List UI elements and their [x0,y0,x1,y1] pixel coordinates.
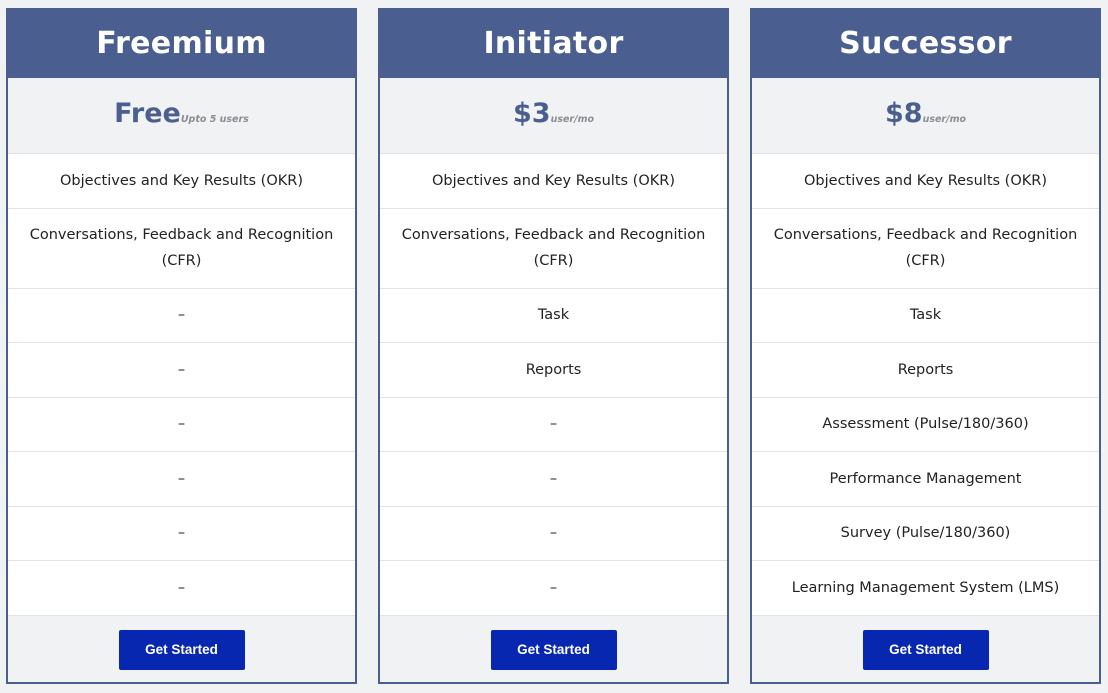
feature-row: Assessment (Pulse/180/360) [752,398,1099,452]
feature-row: – [8,452,355,507]
feature-row: Objectives and Key Results (OKR) [380,154,727,209]
price-row: $3 user/mo [380,78,727,154]
get-started-button[interactable]: Get Started [490,629,617,670]
price-amount: Free [114,98,181,129]
get-started-button[interactable]: Get Started [118,629,245,670]
price-note: user/mo [922,114,967,125]
price-note: Upto 5 users [180,114,249,125]
feature-row: Conversations, Feedback and Recognition … [380,209,727,289]
price-note: user/mo [550,114,595,125]
feature-row: – [8,561,355,616]
feature-row: Conversations, Feedback and Recognition … [752,209,1099,289]
feature-row: Survey (Pulse/180/360) [752,507,1099,561]
plan-title: Initiator [378,8,729,78]
feature-row: Reports [380,343,727,398]
plan-card-successor: Successor $8 user/mo Objectives and Key … [750,8,1101,684]
plan-footer: Get Started [380,615,727,682]
plan-title: Freemium [6,8,357,78]
feature-row: – [8,289,355,343]
feature-row: Learning Management System (LMS) [752,561,1099,616]
feature-row: – [380,398,727,452]
plan-footer: Get Started [752,615,1099,682]
feature-row: Reports [752,343,1099,398]
feature-row: Objectives and Key Results (OKR) [8,154,355,209]
plan-card-freemium: Freemium Free Upto 5 users Objectives an… [6,8,357,684]
feature-row: Task [752,289,1099,343]
feature-row: – [380,507,727,561]
feature-row: – [380,561,727,616]
feature-row: Task [380,289,727,343]
price-row: $8 user/mo [752,78,1099,154]
plan-title: Successor [750,8,1101,78]
get-started-button[interactable]: Get Started [862,629,989,670]
plan-footer: Get Started [8,615,355,682]
price-amount: $3 [512,98,551,129]
feature-row: – [8,398,355,452]
plan-card-initiator: Initiator $3 user/mo Objectives and Key … [378,8,729,684]
feature-row: – [8,343,355,398]
feature-row: Performance Management [752,452,1099,507]
price-row: Free Upto 5 users [8,78,355,154]
feature-row: Objectives and Key Results (OKR) [752,154,1099,209]
price-amount: $8 [884,98,923,129]
feature-row: – [380,452,727,507]
feature-row: Conversations, Feedback and Recognition … [8,209,355,289]
feature-row: – [8,507,355,561]
